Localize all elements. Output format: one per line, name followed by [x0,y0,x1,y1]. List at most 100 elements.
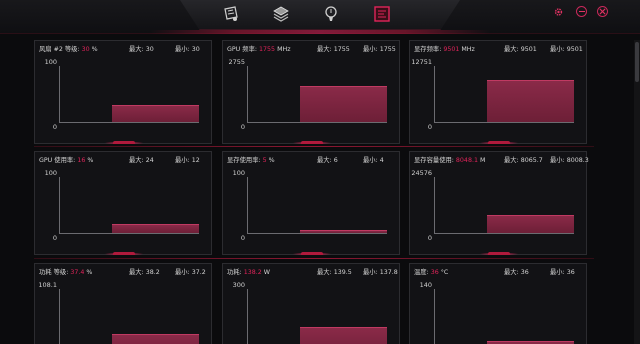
usage-bar [487,215,574,233]
metric-min: 最小: 9501 [550,46,583,53]
x-axis [59,233,199,234]
metric-name: 功耗: [227,269,242,276]
metric-min: 最小: 8008.3 [550,157,589,164]
panel-header: 功耗 等级: 37.4 % 最大: 38.2 最小: 37.2 [39,267,207,279]
panel-header: 温度: 36 °C 最大: 36 最小: 36 [414,267,582,279]
metric-max: 最大: 8065.7 [504,157,543,164]
metric-name: GPU 频率: [227,46,258,53]
metric-max: 最大: 30 [129,46,154,53]
y-axis-min: 0 [427,123,432,131]
monitor-panel: 显存频率: 9501 MHz 最大: 9501 最小: 9501 12751 0 [409,40,587,144]
metric-label: 风扇 #2 等级: 30 % [39,44,98,56]
y-axis-min: 0 [52,123,57,131]
y-axis [247,66,248,122]
monitor-panel: 显存使用率: 5 % 最大: 6 最小: 4 100 0 [222,151,400,255]
metric-min: 最小: 12 [175,157,200,164]
y-axis-max: 12751 [411,58,432,66]
metric-label: 功耗: 138.2 W [227,267,270,279]
y-axis [434,289,435,344]
metric-name: 风扇 #2 等级: [39,46,80,53]
y-axis-min: 0 [240,234,245,242]
panel-header: 显存频率: 9501 MHz 最大: 9501 最小: 9501 [414,44,583,56]
metric-unit: % [86,269,93,276]
metric-min: 最小: 4 [363,157,384,164]
metric-label: 显存容量使用: 8048.1 M [414,155,485,167]
metric-current-value: 36 [430,269,441,276]
y-axis-min: 0 [52,234,57,242]
monitor-panel: 显存容量使用: 8048.1 M 最大: 8065.7 最小: 8008.3 2457… [409,151,589,255]
y-axis [434,177,435,233]
monitor-panel: 功耗: 138.2 W 最大: 139.5 最小: 137.8 300 [222,263,400,344]
panel-tab [113,141,135,144]
y-axis [59,289,60,344]
y-axis-max: 140 [419,281,432,289]
panel-header: GPU 频率: 1755 MHz 最大: 1755 最小: 1755 [227,44,396,56]
monitor-panel: 风扇 #2 等级: 30 % 最大: 30 最小: 30 100 0 [34,40,212,144]
monitor-panel: 温度: 36 °C 最大: 36 最小: 36 140 [409,263,587,344]
panel-header: 显存容量使用: 8048.1 M 最大: 8065.7 最小: 8008.3 [414,155,589,167]
y-axis-max: 108.1 [38,281,57,289]
y-axis-min: 0 [240,123,245,131]
close-icon[interactable] [597,6,608,17]
row-separator [34,258,594,259]
metric-current-value: 16 [77,157,88,164]
panel-header: 风扇 #2 等级: 30 % 最大: 30 最小: 30 [39,44,207,56]
usage-bar [112,334,199,344]
scrollbar-thumb[interactable] [635,42,639,82]
metric-min: 最小: 30 [175,46,200,53]
metric-min: 最小: 37.2 [175,269,206,276]
metric-unit: % [87,157,94,164]
gear-icon[interactable] [553,6,564,17]
metric-current-value: 9501 [443,46,462,53]
y-axis [59,177,60,233]
y-axis-max: 24576 [411,169,432,177]
metric-max: 最大: 6 [317,157,338,164]
usage-bar [487,80,574,122]
metric-label: 温度: 36 °C [414,267,448,279]
y-axis [247,177,248,233]
y-axis [434,66,435,122]
usage-bar [300,230,387,233]
monitor-icon[interactable] [222,5,240,23]
panel-tab [301,141,323,144]
x-axis [434,233,574,234]
layers-icon[interactable] [272,5,290,23]
metric-name: 显存使用率: [227,157,261,164]
y-axis [59,66,60,122]
metric-min: 最小: 137.8 [363,269,398,276]
metric-max: 最大: 9501 [504,46,537,53]
y-axis-max: 300 [232,281,245,289]
y-axis-min: 0 [427,234,432,242]
metric-min: 最小: 36 [550,269,575,276]
metric-max: 最大: 1755 [317,46,350,53]
x-axis [247,122,387,123]
metric-label: 显存使用率: 5 % [227,155,275,167]
metric-current-value: 30 [81,46,92,53]
metric-max: 最大: 38.2 [129,269,160,276]
metric-unit: MHz [277,46,291,53]
metric-current-value: 1755 [259,46,278,53]
scrollbar[interactable] [634,40,640,344]
metric-unit: M [479,157,486,164]
usage-bar [112,105,199,122]
panel-tab [488,141,510,144]
metric-unit: MHz [461,46,475,53]
panel-tab [113,252,135,255]
metric-unit: % [268,157,275,164]
metric-name: GPU 使用率: [39,157,76,164]
lightbulb-icon[interactable] [322,5,340,23]
metric-label: GPU 频率: 1755 MHz [227,44,291,56]
title-bar [0,0,640,34]
panel-tab [301,252,323,255]
y-axis-max: 100 [44,58,57,66]
metric-unit: W [263,269,270,276]
monitor-panel: GPU 频率: 1755 MHz 最大: 1755 最小: 1755 2755 0 [222,40,400,144]
metric-max: 最大: 24 [129,157,154,164]
metric-max: 最大: 36 [504,269,529,276]
minimize-icon[interactable] [576,6,587,17]
metric-name: 显存容量使用: [414,157,454,164]
y-axis [247,289,248,344]
monitor-panel: GPU 使用率: 16 % 最大: 24 最小: 12 100 0 [34,151,212,255]
dashboard-icon[interactable] [373,5,391,23]
metric-label: 功耗 等级: 37.4 % [39,267,92,279]
